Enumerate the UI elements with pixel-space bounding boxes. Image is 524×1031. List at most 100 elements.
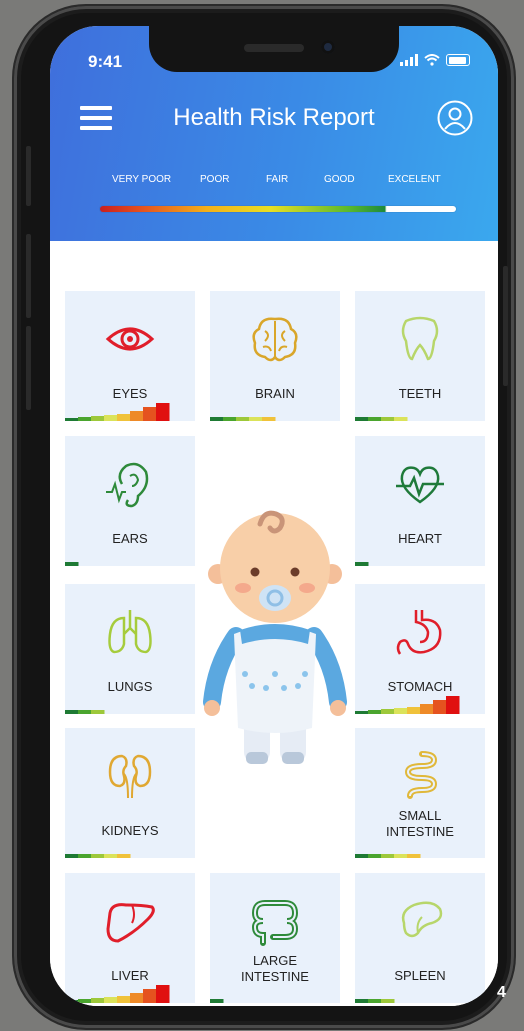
risk-meter-segment xyxy=(117,414,131,421)
risk-meter-segment xyxy=(143,407,157,421)
risk-meter-segment xyxy=(355,417,369,421)
organ-label-line: LARGE xyxy=(252,953,298,968)
organ-label: TEETH xyxy=(355,386,485,402)
lungs-icon xyxy=(65,604,195,660)
eye-icon xyxy=(65,311,195,367)
risk-meter-segment xyxy=(381,999,395,1003)
risk-scale-labels: VERY POOR POOR FAIR GOOD EXCELENT xyxy=(112,174,452,188)
risk-meter-segment xyxy=(249,417,263,421)
risk-meter-segment xyxy=(394,708,408,714)
organ-tile-large-intestine[interactable]: LARGE INTESTINE xyxy=(210,873,340,1003)
liver-icon xyxy=(65,893,195,949)
kidneys-icon xyxy=(65,748,195,804)
organ-label-line: SMALL xyxy=(398,808,442,823)
risk-scale-bar xyxy=(100,206,456,212)
risk-meter-segment xyxy=(65,710,79,714)
risk-meter-segment xyxy=(355,711,369,714)
risk-meter-segment xyxy=(65,854,79,858)
organ-label-line: SPLEEN xyxy=(394,968,446,983)
ear-icon xyxy=(65,456,195,512)
organ-label-line: EYES xyxy=(112,386,148,401)
risk-meter-segment xyxy=(65,1000,79,1003)
phone-notch xyxy=(149,26,399,72)
organ-tile-brain[interactable]: BRAIN xyxy=(210,291,340,421)
phone-screen: 9:41 Health Risk Report VERY POOR POOR F… xyxy=(50,26,498,1006)
risk-meter-segment xyxy=(130,411,144,421)
risk-meter-segment xyxy=(407,854,421,858)
risk-meter-segment xyxy=(78,854,92,858)
risk-meter-segment xyxy=(117,996,131,1003)
risk-meter-segment xyxy=(236,417,250,421)
organ-label-line: STOMACH xyxy=(387,679,453,694)
organ-label: LUNGS xyxy=(65,679,195,695)
organ-tile-stomach[interactable]: STOMACH xyxy=(355,584,485,714)
organ-tile-ears[interactable]: EARS xyxy=(65,436,195,566)
organ-grid: EYES BRAIN TEETH EARS HEART LUNGS STOMACH KIDNE… xyxy=(50,241,498,1006)
risk-meter-segment xyxy=(355,854,369,858)
organ-label: HEART xyxy=(355,531,485,547)
organ-label-line: LIVER xyxy=(111,968,149,983)
risk-meter xyxy=(355,854,421,858)
organ-label-line: TEETH xyxy=(398,386,442,401)
risk-meter-segment xyxy=(381,709,395,714)
organ-label: EARS xyxy=(65,531,195,547)
risk-meter-segment xyxy=(104,997,118,1003)
organ-tile-heart[interactable]: HEART xyxy=(355,436,485,566)
scale-label-very-poor: VERY POOR xyxy=(112,174,172,185)
risk-meter-segment xyxy=(446,696,460,714)
page-number: 4 xyxy=(497,984,506,1001)
organ-tile-liver[interactable]: LIVER xyxy=(65,873,195,1003)
wifi-icon xyxy=(424,54,440,66)
organ-tile-teeth[interactable]: TEETH xyxy=(355,291,485,421)
organ-tile-lungs[interactable]: LUNGS xyxy=(65,584,195,714)
stomach-icon xyxy=(355,604,485,660)
organ-label-line: HEART xyxy=(398,531,442,546)
front-camera-icon xyxy=(321,40,335,54)
risk-meter-segment xyxy=(368,999,382,1003)
risk-meter-segment xyxy=(104,854,118,858)
organ-tile-small-intestine[interactable]: SMALL INTESTINE xyxy=(355,728,485,858)
organ-label-line: EARS xyxy=(112,531,148,546)
risk-meter-segment xyxy=(210,999,224,1003)
risk-meter xyxy=(65,710,105,714)
risk-meter-segment xyxy=(262,417,276,421)
risk-meter xyxy=(355,999,395,1003)
risk-meter-segment xyxy=(368,710,382,714)
organ-tile-eyes[interactable]: EYES xyxy=(65,291,195,421)
risk-meter-segment xyxy=(156,985,170,1003)
signal-icon xyxy=(400,54,418,66)
risk-meter xyxy=(355,696,460,714)
risk-meter-segment xyxy=(65,418,79,421)
volume-up-button xyxy=(26,234,31,318)
organ-label-line: LUNGS xyxy=(107,679,153,694)
risk-meter-segment xyxy=(420,704,434,714)
mute-switch xyxy=(26,146,31,206)
risk-meter-segment xyxy=(91,998,105,1003)
organ-label: STOMACH xyxy=(355,679,485,695)
organ-label-line: INTESTINE xyxy=(386,824,454,839)
baby-illustration xyxy=(203,510,347,764)
power-button xyxy=(503,266,508,386)
risk-meter-segment xyxy=(117,854,131,858)
risk-meter-segment xyxy=(223,417,237,421)
organ-label: BRAIN xyxy=(210,386,340,402)
risk-meter-segment xyxy=(78,417,92,421)
risk-meter xyxy=(355,417,408,421)
organ-label-line: INTESTINE xyxy=(241,969,309,984)
organ-label: KIDNEYS xyxy=(65,823,195,839)
spleen-icon xyxy=(355,893,485,949)
organ-tile-kidneys[interactable]: KIDNEYS xyxy=(65,728,195,858)
status-time: 9:41 xyxy=(88,52,123,71)
risk-meter-segment xyxy=(433,700,447,714)
volume-down-button xyxy=(26,326,31,410)
risk-meter-segment xyxy=(91,710,105,714)
scale-label-good: GOOD xyxy=(324,174,355,185)
risk-meter-segment xyxy=(91,854,105,858)
status-icons xyxy=(400,54,470,66)
profile-icon[interactable] xyxy=(437,100,473,136)
risk-meter xyxy=(65,985,170,1003)
risk-meter-segment xyxy=(78,999,92,1003)
organ-tile-spleen[interactable]: SPLEEN xyxy=(355,873,485,1003)
risk-meter-segment xyxy=(355,999,369,1003)
risk-meter xyxy=(65,403,170,421)
